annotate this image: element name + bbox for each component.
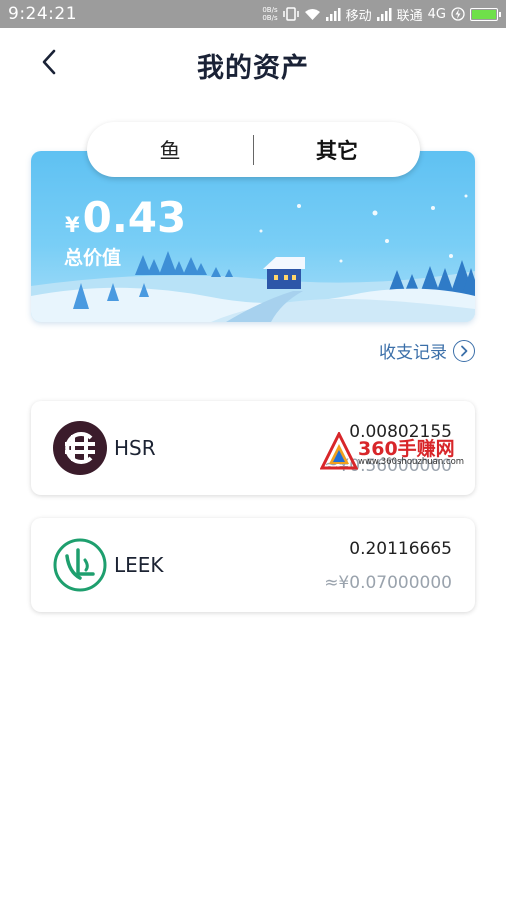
currency-symbol: ¥	[65, 213, 80, 237]
status-icons: 0B/s 0B/s 移动 联通 4G	[262, 3, 501, 25]
carrier-2: 联通	[396, 8, 423, 24]
watermark: 360手赚网 www.360shouzhuan.com	[318, 430, 504, 476]
vibrate-icon	[282, 7, 299, 21]
battery-fill	[472, 9, 496, 19]
signal-icon	[325, 7, 341, 21]
carrier-1: 移动	[345, 8, 372, 24]
asset-quantity: 0.20116665	[349, 539, 452, 559]
status-bar: 9:24:21 0B/s 0B/s 移动 联通 4G	[0, 0, 506, 28]
asset-card-leek[interactable]: LEEK 0.20116665 ≈¥0.07000000	[31, 518, 475, 612]
speed-up: 0B/s	[262, 6, 278, 14]
chevron-right-circle-icon	[453, 339, 475, 362]
tab-other[interactable]: 其它	[254, 135, 420, 165]
network-speed: 0B/s 0B/s	[262, 6, 277, 22]
asset-type-tabs: 鱼 其它	[87, 122, 420, 177]
asset-symbol: HSR	[114, 436, 156, 460]
battery-icon	[470, 7, 501, 21]
records-link[interactable]: 收支记录	[379, 338, 475, 363]
leek-logo-icon	[53, 538, 107, 592]
total-label: 总价值	[64, 247, 122, 269]
tab-fish[interactable]: 鱼	[87, 135, 253, 165]
asset-symbol: LEEK	[114, 553, 164, 577]
total-value: 0.43	[82, 193, 187, 242]
watermark-url: www.360shouzhuan.com	[358, 457, 465, 467]
speed-down: 0B/s	[262, 14, 278, 22]
total-amount: ¥ 0.43	[65, 193, 186, 242]
charging-icon	[451, 7, 465, 21]
wifi-icon	[304, 8, 321, 21]
signal-icon-2	[376, 7, 392, 21]
watermark-logo-icon	[320, 432, 358, 470]
network-type: 4G	[427, 6, 446, 22]
status-time: 9:24:21	[8, 4, 78, 24]
records-label: 收支记录	[379, 343, 447, 363]
hsr-logo-icon	[53, 421, 107, 475]
page-title: 我的资产	[197, 53, 309, 84]
asset-cny-value: ≈¥0.07000000	[324, 573, 452, 593]
